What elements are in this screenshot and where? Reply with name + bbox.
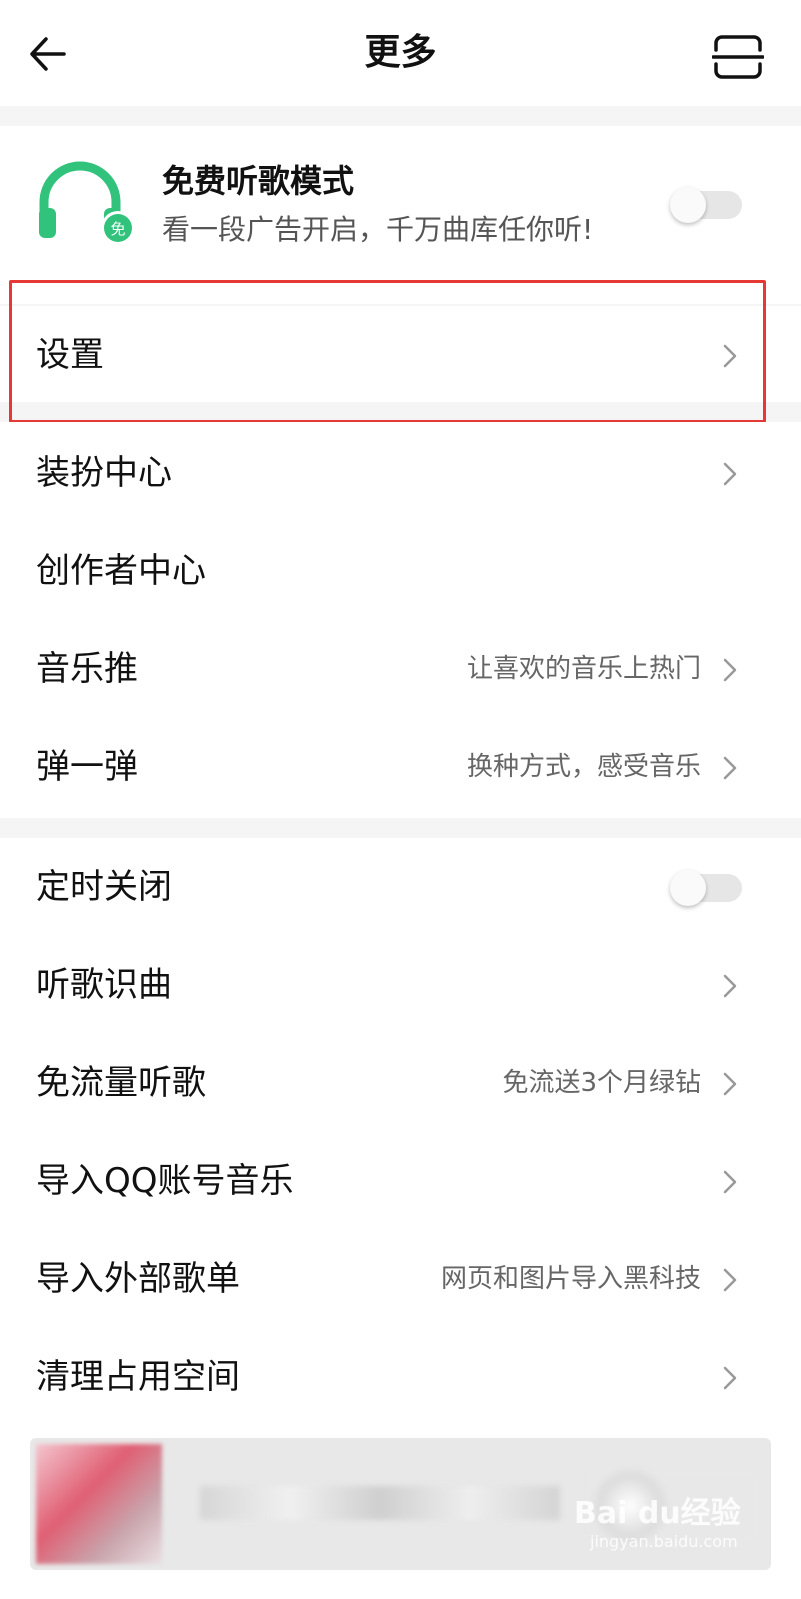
- scan-icon[interactable]: [712, 34, 764, 80]
- now-playing-text: [200, 1486, 560, 1520]
- free-mode-toggle[interactable]: [670, 187, 742, 223]
- menu-item-creator-center[interactable]: 创作者中心: [0, 522, 801, 620]
- watermark-logo: Bai du经验: [574, 1496, 741, 1531]
- menu-item-import-qq[interactable]: 导入QQ账号音乐: [0, 1132, 801, 1230]
- menu-item-label: 听歌识曲: [36, 965, 172, 1005]
- sleep-timer-toggle[interactable]: [670, 870, 742, 906]
- menu-item-label: 导入QQ账号音乐: [36, 1161, 294, 1201]
- settings-row[interactable]: 设置: [0, 306, 801, 402]
- watermark-url: jingyan.baidu.com: [590, 1532, 738, 1551]
- free-mode-title: 免费听歌模式: [162, 162, 355, 200]
- menu-item-label: 定时关闭: [36, 867, 172, 907]
- chevron-right-icon: [723, 756, 737, 780]
- chevron-right-icon: [723, 1268, 737, 1292]
- page-title: 更多: [364, 32, 437, 73]
- menu-item-free-data[interactable]: 免流量听歌 免流送3个月绿钻: [0, 1034, 801, 1132]
- menu-item-label: 清理占用空间: [36, 1357, 240, 1397]
- menu-item-label: 免流量听歌: [36, 1063, 206, 1103]
- menu-item-label: 弹一弹: [36, 747, 138, 787]
- menu-item-subtitle: 换种方式，感受音乐: [466, 752, 701, 782]
- menu-item-subtitle: 让喜欢的音乐上热门: [466, 654, 701, 684]
- menu-item-dress-center[interactable]: 装扮中心: [0, 424, 801, 522]
- menu-item-song-recognition[interactable]: 听歌识曲: [0, 936, 801, 1034]
- chevron-right-icon: [723, 344, 737, 368]
- back-arrow-icon[interactable]: [24, 30, 72, 78]
- menu-item-label: 音乐推: [36, 649, 138, 689]
- top-bar: 更多: [0, 0, 801, 106]
- chevron-right-icon: [723, 1366, 737, 1390]
- chevron-right-icon: [723, 658, 737, 682]
- menu-item-subtitle: 网页和图片导入黑科技: [440, 1264, 701, 1294]
- menu-item-label: 装扮中心: [36, 453, 172, 493]
- toggle-knob: [670, 870, 706, 906]
- settings-label: 设置: [36, 335, 104, 375]
- chevron-right-icon: [723, 974, 737, 998]
- toggle-knob: [670, 187, 706, 223]
- menu-item-tan-yi-tan[interactable]: 弹一弹 换种方式，感受音乐: [0, 718, 801, 816]
- headphones-icon: 免: [39, 161, 135, 245]
- menu-item-label: 创作者中心: [36, 551, 206, 591]
- album-cover[interactable]: [36, 1444, 162, 1564]
- free-badge-text: 免: [110, 220, 125, 238]
- menu-item-import-playlist[interactable]: 导入外部歌单 网页和图片导入黑科技: [0, 1230, 801, 1328]
- chevron-right-icon: [723, 1170, 737, 1194]
- chevron-right-icon: [723, 462, 737, 486]
- free-mode-subtitle: 看一段广告开启，千万曲库任你听!: [162, 213, 594, 246]
- chevron-right-icon: [723, 1072, 737, 1096]
- menu-item-clean-storage[interactable]: 清理占用空间: [0, 1328, 801, 1426]
- menu-item-music-promote[interactable]: 音乐推 让喜欢的音乐上热门: [0, 620, 801, 718]
- menu-item-subtitle: 免流送3个月绿钻: [502, 1068, 701, 1098]
- menu-item-label: 导入外部歌单: [36, 1259, 240, 1299]
